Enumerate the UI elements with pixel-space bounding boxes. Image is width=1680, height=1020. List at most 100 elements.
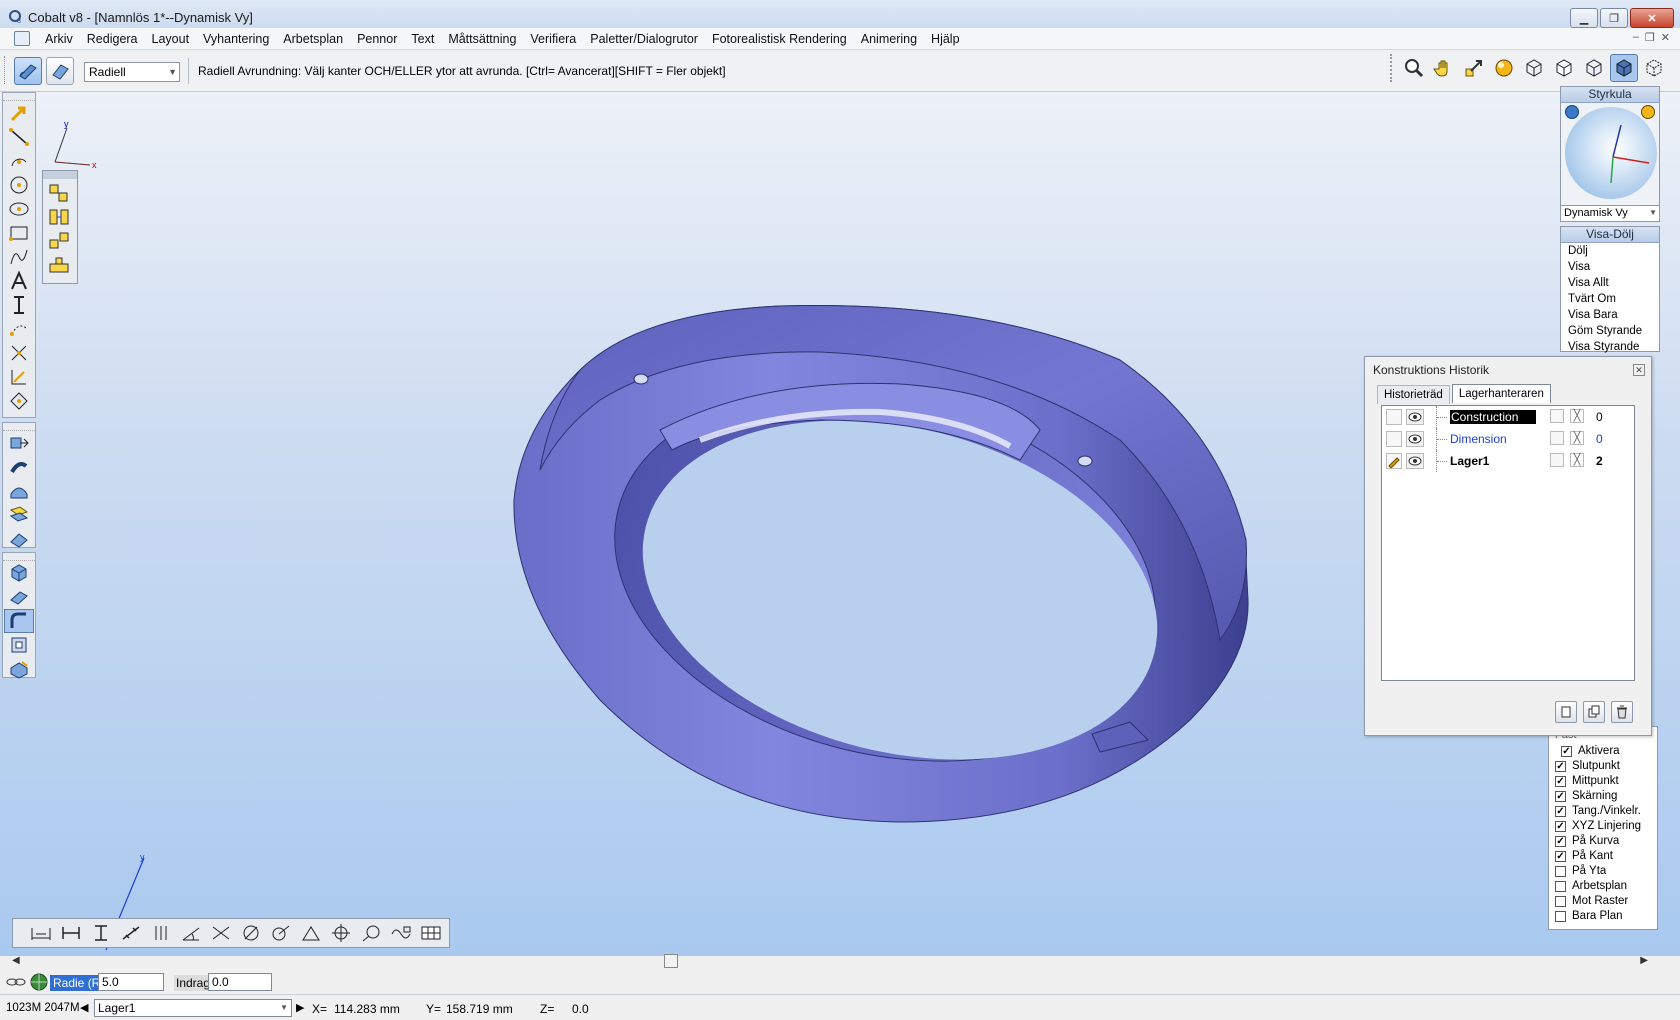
trackball-mode-button[interactable] [1641, 105, 1655, 119]
front-view-button[interactable] [1550, 54, 1578, 82]
dimension-tool[interactable] [4, 293, 34, 317]
toolbar-grip[interactable] [3, 553, 35, 561]
checkbox[interactable]: ✓ [1555, 820, 1566, 832]
checkbox[interactable]: ✓ [1555, 835, 1566, 847]
menu-arkiv[interactable]: Arkiv [38, 32, 80, 46]
iso-view-button[interactable] [1520, 54, 1548, 82]
menu-verifiera[interactable]: Verifiera [523, 32, 583, 46]
menu-mattsattning[interactable]: Måttsättning [441, 32, 523, 46]
checkbox[interactable]: ✓ [1555, 850, 1566, 862]
select-tool[interactable] [4, 101, 34, 125]
dim-table-tool[interactable] [417, 921, 445, 945]
patch-surface-tool[interactable] [4, 527, 34, 551]
ring-model[interactable] [513, 304, 1249, 823]
snap-option[interactable]: ✓ Slutpunkt [1555, 760, 1620, 772]
layer-delete-icon[interactable]: ╳ [1570, 431, 1584, 445]
horizontal-scrollbar[interactable]: ◀ ▶ [10, 953, 1650, 969]
eye-icon[interactable] [1406, 453, 1424, 469]
layer-name[interactable]: Construction [1450, 410, 1537, 424]
menu-arbetsplan[interactable]: Arbetsplan [276, 32, 350, 46]
toolbar-grip[interactable] [3, 93, 35, 101]
dim-radius-tool[interactable] [267, 921, 295, 945]
checkbox[interactable]: ✓ [1555, 790, 1566, 802]
tab-history-tree[interactable]: Historieträd [1377, 385, 1450, 404]
snap-option[interactable]: ✓ Tang./Vinkelr. [1555, 805, 1641, 817]
transform-tool[interactable] [4, 365, 34, 389]
side-view-button[interactable] [1580, 54, 1608, 82]
current-layer-select[interactable]: Lager1 ▼ [94, 999, 292, 1017]
ellipse-tool[interactable] [4, 197, 34, 221]
snap-option[interactable]: Mot Raster [1555, 895, 1628, 907]
fillet-type-select[interactable]: Radiell ▼ [84, 62, 180, 82]
checkbox[interactable]: ✓ [1555, 775, 1566, 787]
wire-view-button[interactable] [1640, 54, 1668, 82]
show-only-item[interactable]: Visa Bara [1561, 307, 1659, 323]
layer-lock-checkbox[interactable] [1550, 453, 1564, 467]
copy-layer-button[interactable] [1583, 701, 1605, 723]
loft-surface-tool[interactable] [4, 503, 34, 527]
checkbox[interactable] [1555, 910, 1566, 922]
snap-option[interactable]: Bara Plan [1555, 910, 1623, 922]
minimize-button[interactable]: ▁ [1570, 8, 1598, 28]
eye-icon[interactable] [1406, 431, 1424, 447]
snap-option[interactable]: Arbetsplan [1555, 880, 1627, 892]
rectangle-tool[interactable] [4, 221, 34, 245]
menu-paletter[interactable]: Paletter/Dialogrutor [583, 32, 705, 46]
snap-option[interactable]: ✓ Aktivera [1561, 745, 1620, 757]
menu-pennor[interactable]: Pennor [350, 32, 404, 46]
toolbar-grip[interactable] [4, 56, 8, 84]
layer-delete-icon[interactable]: ╳ [1570, 409, 1584, 423]
dim-ordinate-tool[interactable] [147, 921, 175, 945]
menu-fotorealistisk[interactable]: Fotorealistisk Rendering [705, 32, 854, 46]
toolbar-grip[interactable] [43, 171, 77, 179]
show-item[interactable]: Visa [1561, 259, 1659, 275]
layer-name[interactable]: Dimension [1450, 432, 1507, 446]
extrude-surface-tool[interactable] [4, 431, 34, 455]
mdi-restore-button[interactable]: ❐ [1645, 31, 1655, 44]
scroll-right-icon[interactable]: ▶ [1640, 955, 1648, 966]
dim-balloon-tool[interactable] [357, 921, 385, 945]
delete-layer-button[interactable] [1611, 701, 1633, 723]
view-mode-select[interactable]: Dynamisk Vy ▼ [1561, 205, 1659, 221]
layer-lock-checkbox[interactable] [1550, 431, 1564, 445]
spline-tool[interactable] [4, 245, 34, 269]
layer-name[interactable]: Lager1 [1450, 454, 1489, 468]
snap-option[interactable]: På Yta [1555, 865, 1606, 877]
layer-delete-icon[interactable]: ╳ [1570, 453, 1584, 467]
layer-next-icon[interactable]: ▶ [296, 1001, 304, 1014]
link-chain-icon[interactable] [6, 975, 26, 989]
trackball-globe[interactable] [1565, 107, 1657, 199]
align-corner-tool[interactable] [44, 181, 74, 205]
shaded-view-button[interactable] [1610, 54, 1638, 82]
align-horizontal-tool[interactable] [44, 205, 74, 229]
layer-lock-checkbox[interactable] [1550, 409, 1564, 423]
dim-diameter-tool[interactable] [237, 921, 265, 945]
align-stack-tool[interactable] [44, 253, 74, 277]
hide-controlling-item[interactable]: Göm Styrande [1561, 323, 1659, 339]
mdi-close-button[interactable]: ✕ [1661, 31, 1670, 44]
layer-current-checkbox[interactable] [1386, 409, 1402, 425]
point-tool[interactable] [4, 317, 34, 341]
show-controlling-item[interactable]: Visa Styrande [1561, 339, 1659, 355]
dim-baseline-tool[interactable] [27, 921, 55, 945]
document-icon[interactable] [14, 31, 30, 46]
mdi-minimize-button[interactable]: – [1633, 31, 1639, 44]
box-solid-tool[interactable] [4, 561, 34, 585]
dim-tolerance-tool[interactable] [387, 921, 415, 945]
dim-leader-tool[interactable] [297, 921, 325, 945]
extrude-solid-tool[interactable] [4, 585, 34, 609]
boolean-solid-tool[interactable] [4, 657, 34, 681]
layer-row-lager1[interactable]: Lager1 ╳ 2 [1382, 450, 1634, 472]
pencil-icon[interactable] [1386, 453, 1402, 469]
close-icon[interactable]: ✕ [1633, 364, 1645, 376]
checkbox[interactable] [1555, 865, 1566, 877]
zoom-box-button[interactable] [1460, 54, 1488, 82]
menu-text[interactable]: Text [404, 32, 441, 46]
revolve-surface-tool[interactable] [4, 455, 34, 479]
zoom-button[interactable] [1400, 54, 1428, 82]
dim-angle2-tool[interactable] [207, 921, 235, 945]
shell-solid-tool[interactable] [4, 633, 34, 657]
checkbox[interactable] [1555, 880, 1566, 892]
checkbox[interactable] [1555, 895, 1566, 907]
layer-prev-icon[interactable]: ◀ [80, 1001, 88, 1014]
